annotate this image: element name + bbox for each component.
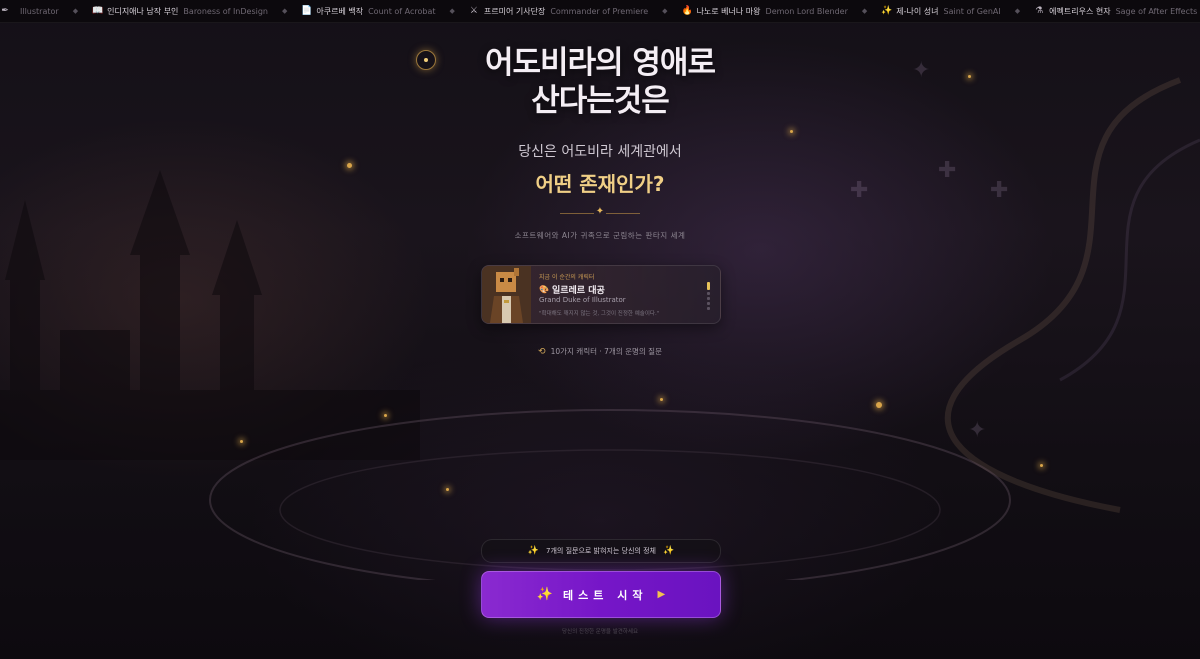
crossed-swords-icon: ⚔ — [469, 6, 478, 16]
subtitle: 당신은 어도비라 세계관에서 — [518, 144, 682, 160]
ticker-separator: ◆ — [449, 7, 455, 15]
carousel-indicator — [707, 282, 710, 312]
cycle-icon: ⟲ — [538, 346, 546, 357]
tagline: 소프트웨어와 AI가 귀족으로 군림하는 판타지 세계 — [514, 231, 686, 240]
ticker-item: ⚔ 프르미어 기사단장 Commander of Premiere — [469, 6, 649, 16]
play-icon: ▶ — [657, 589, 666, 600]
document-icon: 📄 — [301, 6, 313, 16]
ornament-divider: ✦ — [560, 206, 640, 217]
indicator-dot — [707, 307, 710, 310]
question-count-pill: ✨ 7개의 질문으로 밝혀지는 당신의 정체 ✨ — [481, 539, 721, 563]
indicator-dot — [707, 297, 710, 300]
ticker-item: ✨ 제-나이 성녀 Saint of GenAI — [881, 6, 1001, 16]
sparkle-cross-icon: ✦ — [968, 418, 987, 443]
glow-particle — [968, 75, 971, 78]
character-quote: "확대해도 깨지지 않는 것, 그것이 진정한 예술이다." — [539, 311, 660, 317]
featured-character-card: 지금 이 순간의 캐릭터 🎨 일르레르 대공 Grand Duke of Ill… — [481, 265, 721, 324]
character-portrait — [482, 266, 531, 323]
start-button-label: 테스트 시작 — [563, 588, 648, 602]
ticker-item: 📄 아쿠르베 백작 Count of Acrobat — [301, 6, 436, 16]
ticker-separator: ◆ — [282, 7, 288, 15]
ticker-item: ⚗ 에펙트리우스 현자 Sage of After Effects — [1035, 6, 1198, 16]
start-test-button[interactable]: ✨ 테스트 시작 ▶ — [481, 571, 721, 618]
quiz-meta: ⟲ 10가지 캐릭터 · 7개의 운명의 질문 — [538, 346, 662, 357]
character-ticker: ✒ Illustrator ◆ 📖 인디지애나 남작 부인 Baroness o… — [0, 0, 1200, 23]
palette-icon: 🎨 — [539, 285, 549, 294]
sparkle-icon: ✨ — [662, 546, 675, 556]
title-line-2: 산다는것은 — [531, 83, 670, 119]
glow-particle — [660, 398, 663, 401]
character-name-english: Grand Duke of Illustrator — [539, 296, 626, 304]
sparkle-icon: ✨ — [527, 546, 540, 556]
footnote: 당신의 진정한 운명을 발견하세요 — [561, 629, 639, 635]
plus-decoration-icon: ✚ — [850, 178, 869, 203]
sparkle-icon: ✨ — [881, 6, 893, 16]
page-title: 어도비라의 영애로 산다는것은 — [400, 44, 800, 120]
glow-particle — [1040, 464, 1043, 467]
potion-icon: ⚗ — [1035, 6, 1044, 16]
character-name: 🎨 일르레르 대공 — [539, 285, 605, 296]
glow-particle — [876, 402, 882, 408]
glow-particle — [446, 488, 449, 491]
ticker-separator: ◆ — [861, 7, 868, 15]
ticker-item: 🔥 나노로 베너나 마왕 Demon Lord Blender — [681, 6, 848, 16]
sparkle-cross-icon: ✦ — [912, 58, 931, 83]
indicator-dot-active — [707, 282, 710, 290]
glow-particle — [240, 440, 243, 443]
ticker-separator: ◆ — [72, 7, 79, 15]
ticker-item: 📖 인디지애나 남작 부인 Baroness of InDesign — [92, 6, 268, 16]
pen-icon: ✒ — [1, 6, 9, 16]
plus-decoration-icon: ✚ — [938, 158, 957, 183]
headline-question: 어떤 존재인가? — [535, 172, 665, 196]
ticker-separator: ◆ — [1014, 7, 1021, 15]
title-line-1: 어도비라의 영애로 — [485, 45, 716, 81]
glow-particle — [347, 163, 352, 168]
indicator-dot — [707, 292, 710, 295]
book-icon: 📖 — [92, 6, 104, 16]
card-caption: 지금 이 순간의 캐릭터 — [539, 274, 595, 281]
glow-particle — [790, 130, 793, 133]
glow-particle — [384, 414, 387, 417]
plus-decoration-icon: ✚ — [990, 178, 1009, 203]
indicator-dot — [707, 302, 710, 305]
ticker-separator: ◆ — [662, 7, 668, 15]
flame-icon: 🔥 — [681, 6, 693, 16]
ticker-item: ✒ Illustrator — [1, 6, 59, 16]
star-icon: ✦ — [595, 206, 605, 217]
sparkle-icon: ✨ — [536, 587, 554, 602]
